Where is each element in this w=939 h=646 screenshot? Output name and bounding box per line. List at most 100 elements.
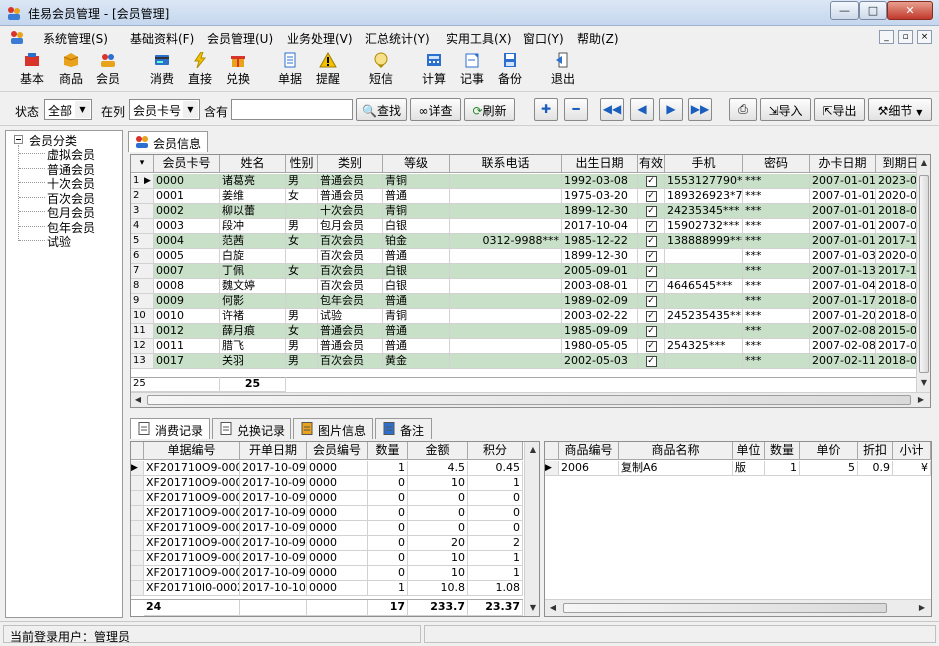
column-header[interactable]: 商品名称 (619, 442, 733, 460)
column-header[interactable]: 密码 (743, 155, 810, 173)
toolbar-direct-button[interactable]: 直接 (180, 50, 220, 90)
search-input[interactable] (231, 99, 353, 120)
menu-member[interactable]: 会员管理(U) (207, 30, 273, 47)
valid-checkbox[interactable]: ✓ (638, 309, 665, 324)
next-record-button[interactable]: ▶ (659, 98, 683, 121)
scroll-thumb[interactable] (919, 175, 929, 373)
refresh-button[interactable]: ⟳刷新 (464, 98, 515, 121)
last-record-button[interactable]: ▶▶ (688, 98, 712, 121)
mdi-restore-button[interactable]: ▫ (898, 30, 913, 44)
column-header[interactable]: 出生日期 (562, 155, 638, 173)
scroll-right-icon[interactable]: ▶ (915, 601, 929, 615)
detail-search-button[interactable]: ∞详查 (410, 98, 461, 121)
menu-business[interactable]: 业务处理(V) (287, 30, 353, 47)
add-button[interactable]: ✚ (534, 98, 558, 121)
column-header[interactable]: 折扣 (858, 442, 893, 460)
tab-member-info[interactable]: 会员信息 (128, 131, 209, 152)
valid-checkbox[interactable]: ✓ (638, 339, 665, 354)
close-button[interactable]: ✕ (887, 1, 933, 20)
vertical-scrollbar[interactable]: ▲ ▼ (524, 442, 539, 616)
valid-checkbox[interactable]: ✓ (638, 294, 665, 309)
horizontal-scrollbar[interactable]: ◀ ▶ (545, 599, 931, 616)
mdi-close-button[interactable]: × (917, 30, 932, 44)
field-select[interactable]: 会员卡号 ▼ (129, 99, 200, 120)
scroll-down-icon[interactable]: ▼ (526, 601, 539, 615)
column-header[interactable] (131, 442, 144, 460)
column-header[interactable]: 商品编号 (559, 442, 619, 460)
prev-record-button[interactable]: ◀ (630, 98, 654, 121)
valid-checkbox[interactable]: ✓ (638, 264, 665, 279)
maximize-button[interactable]: □ (859, 1, 887, 20)
toolbar-document-button[interactable]: 单据 (270, 50, 310, 90)
toolbar-reminder-button[interactable]: 提醒 (308, 50, 348, 90)
column-header[interactable]: 等级 (383, 155, 450, 173)
column-header[interactable] (545, 442, 559, 460)
tab-consume-records[interactable]: 消费记录 (130, 418, 210, 439)
scroll-right-icon[interactable]: ▶ (914, 393, 928, 407)
scroll-up-icon[interactable]: ▲ (917, 156, 930, 170)
app-menu-icon[interactable] (8, 29, 26, 45)
valid-checkbox[interactable]: ✓ (638, 249, 665, 264)
tree-item[interactable]: 试验 (47, 233, 71, 250)
column-header[interactable]: 小计 (893, 442, 931, 460)
tab-picture-info[interactable]: 图片信息 (293, 418, 373, 439)
export-button[interactable]: ⇱导出 (814, 98, 865, 121)
toolbar-notes-button[interactable]: 记事 (452, 50, 492, 90)
collapse-icon[interactable] (14, 135, 23, 144)
valid-checkbox[interactable]: ✓ (638, 189, 665, 204)
column-header[interactable]: 单价 (800, 442, 858, 460)
first-record-button[interactable]: ◀◀ (600, 98, 624, 121)
toolbar-calculator-button[interactable]: 计算 (414, 50, 454, 90)
status-select[interactable]: 全部 ▼ (44, 99, 92, 120)
column-header[interactable]: 有效 (638, 155, 665, 173)
toolbar-goods-button[interactable]: 商品 (51, 50, 91, 90)
menu-system[interactable]: 系统管理(S) (43, 30, 108, 47)
valid-checkbox[interactable]: ✓ (638, 204, 665, 219)
minimize-button[interactable]: — (830, 1, 859, 20)
find-button[interactable]: 🔍查找 (356, 98, 407, 121)
column-header[interactable]: 金额 (408, 442, 468, 460)
column-header[interactable]: 姓名 (220, 155, 286, 173)
column-header[interactable]: 办卡日期 (810, 155, 876, 173)
column-header[interactable]: ▾ (131, 155, 154, 173)
column-header[interactable]: 单据编号 (144, 442, 240, 460)
valid-checkbox[interactable]: ✓ (638, 354, 665, 369)
menu-window[interactable]: 窗口(Y) (523, 30, 564, 47)
toolbar-basic-button[interactable]: 基本 (12, 50, 52, 90)
tab-exchange-records[interactable]: 兑换记录 (212, 418, 291, 439)
toolbar-backup-button[interactable]: 备份 (490, 50, 530, 90)
column-header[interactable]: 会员卡号 (154, 155, 220, 173)
scroll-left-icon[interactable]: ◀ (546, 601, 560, 615)
tab-remarks[interactable]: 备注 (375, 418, 432, 439)
mdi-minimize-button[interactable]: _ (879, 30, 894, 44)
column-header[interactable]: 开单日期 (240, 442, 307, 460)
detail-menu-button[interactable]: ⚒细节 ▼ (868, 98, 932, 121)
scroll-thumb[interactable] (563, 603, 887, 613)
menu-tools[interactable]: 实用工具(X) (446, 30, 512, 47)
valid-checkbox[interactable]: ✓ (638, 324, 665, 339)
column-header[interactable]: 会员编号 (307, 442, 368, 460)
column-header[interactable]: 性别 (286, 155, 318, 173)
menu-basic-data[interactable]: 基础资料(F) (130, 30, 194, 47)
menu-help[interactable]: 帮助(Z) (577, 30, 619, 47)
valid-checkbox[interactable]: ✓ (638, 234, 665, 249)
scroll-down-icon[interactable]: ▼ (917, 376, 930, 390)
column-header[interactable]: 单位 (733, 442, 765, 460)
column-header[interactable]: 类别 (318, 155, 383, 173)
remove-button[interactable]: ━ (564, 98, 588, 121)
horizontal-scrollbar[interactable]: ◀ ▶ (131, 392, 930, 407)
toolbar-consume-button[interactable]: 消费 (142, 50, 182, 90)
menu-statistics[interactable]: 汇总统计(Y) (365, 30, 430, 47)
scroll-up-icon[interactable]: ▲ (526, 443, 539, 457)
import-button[interactable]: ⇲导入 (760, 98, 811, 121)
column-header[interactable]: 数量 (765, 442, 800, 460)
scroll-left-icon[interactable]: ◀ (131, 393, 145, 407)
toolbar-exchange-button[interactable]: 兑换 (218, 50, 258, 90)
valid-checkbox[interactable]: ✓ (638, 279, 665, 294)
print-button[interactable]: ⎙ (729, 98, 757, 121)
vertical-scrollbar[interactable]: ▲ ▼ (916, 155, 930, 392)
toolbar-member-button[interactable]: 会员 (88, 50, 128, 90)
column-header[interactable]: 数量 (368, 442, 408, 460)
column-header[interactable]: 联系电话 (450, 155, 562, 173)
toolbar-sms-button[interactable]: 短信 (361, 50, 401, 90)
